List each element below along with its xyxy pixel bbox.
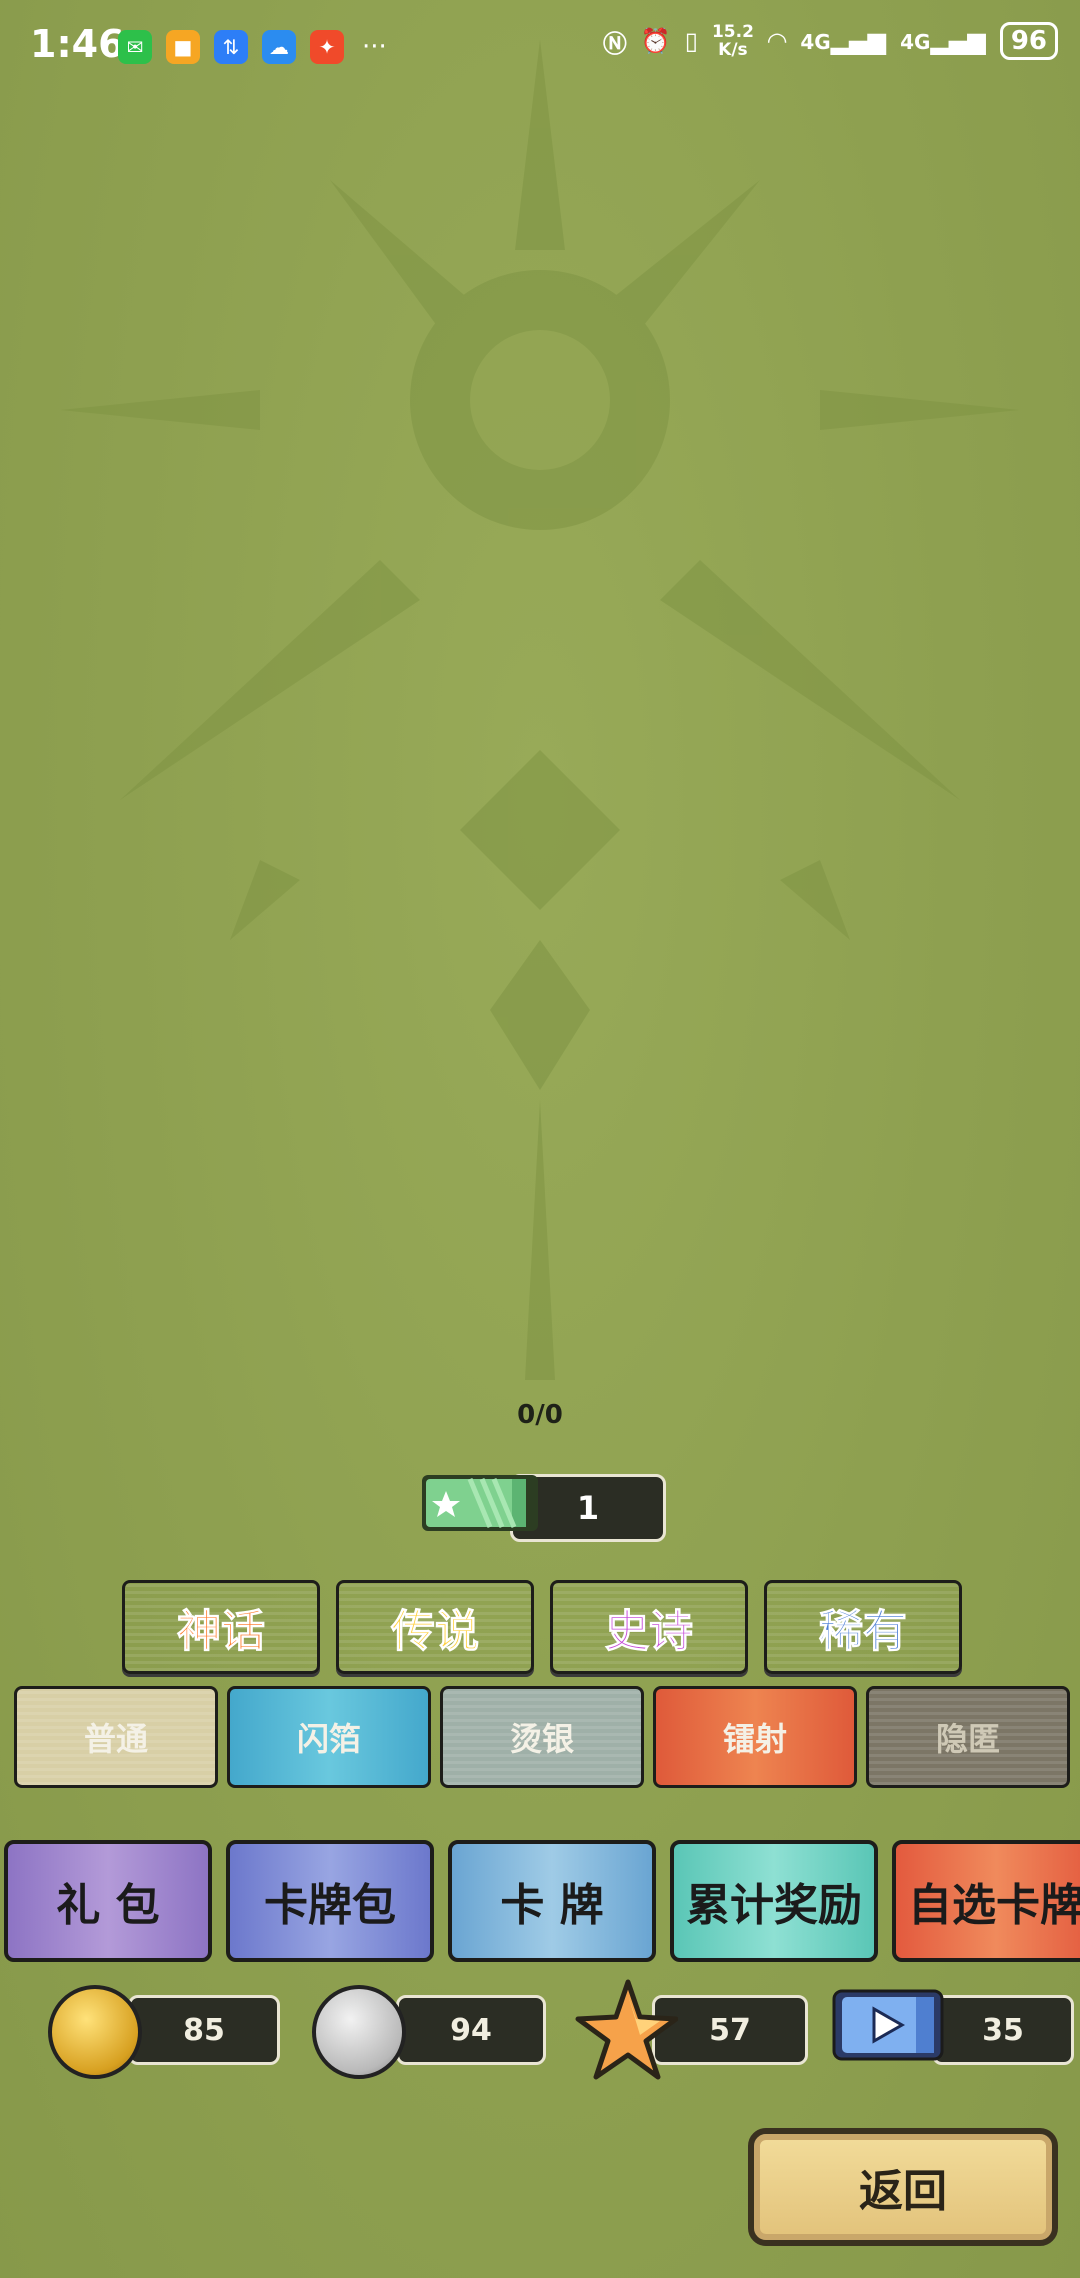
orange-app-icon: ■ <box>166 30 200 64</box>
status-right: Ⓝ ⏰ ▯ 15.2 K/s ◠ 4G▂▄▆ 4G▂▄▆ 96 <box>603 22 1058 60</box>
battery-indicator: 96 <box>999 22 1058 60</box>
back-button-label: 返回 <box>748 2128 1058 2246</box>
cloud-app-icon: ☁ <box>262 30 296 64</box>
star-counter: 57 <box>568 1979 808 2085</box>
rarity-tabs: 神话 传说 史诗 稀有 <box>122 1580 962 1674</box>
background-emblem <box>60 40 1020 1380</box>
star-icon <box>575 1979 678 2080</box>
signal-1: 4G▂▄▆ <box>800 27 887 55</box>
finish-tabs: 普通 闪箔 烫银 镭射 隐匿 <box>14 1686 1070 1788</box>
wifi-icon: ◠ <box>767 27 787 55</box>
network-speed: 15.2 K/s <box>711 22 754 60</box>
progress-counter: 0/0 <box>517 1400 563 1430</box>
silver-coin-icon <box>312 1985 406 2079</box>
gold-coin-value: 85 <box>128 1995 280 2065</box>
custom-card-button[interactable]: 自选卡牌 <box>892 1840 1080 1962</box>
cards-button[interactable]: 卡 牌 <box>448 1840 656 1962</box>
gold-coin-counter: 85 <box>48 1985 280 2085</box>
gold-coin-icon <box>48 1985 142 2079</box>
transfer-app-icon: ⇅ <box>214 30 248 64</box>
tab-hidden[interactable]: 隐匿 <box>866 1686 1070 1788</box>
video-ticket-icon <box>832 1989 944 2061</box>
silver-coin-counter: 94 <box>312 1985 546 2085</box>
tab-mythic[interactable]: 神话 <box>122 1580 320 1674</box>
status-time: 1:46 <box>30 22 125 66</box>
category-buttons: 礼 包 卡牌包 卡 牌 累计奖励 自选卡牌 <box>4 1840 1080 1962</box>
more-notifications-icon: ··· <box>362 32 387 62</box>
video-ticket-value: 35 <box>932 1995 1074 2065</box>
ticket-icon <box>422 1475 538 1531</box>
silver-coin-value: 94 <box>396 1995 546 2065</box>
tab-foil[interactable]: 闪箔 <box>227 1686 431 1788</box>
tab-normal[interactable]: 普通 <box>14 1686 218 1788</box>
status-bar: 1:46 ✉ ■ ⇅ ☁ ✦ ··· Ⓝ ⏰ ▯ 15.2 K/s ◠ 4G▂▄… <box>0 0 1080 95</box>
cumulative-rewards-button[interactable]: 累计奖励 <box>670 1840 878 1962</box>
nfc-icon: Ⓝ <box>602 29 627 58</box>
ticket-counter: 1 <box>420 1470 666 1542</box>
tab-silver[interactable]: 烫银 <box>440 1686 644 1788</box>
tab-legendary[interactable]: 传说 <box>336 1580 534 1674</box>
tab-epic[interactable]: 史诗 <box>550 1580 748 1674</box>
signal-2: 4G▂▄▆ <box>900 27 986 55</box>
notification-icons: ✉ ■ ⇅ ☁ ✦ ··· <box>118 30 387 64</box>
wechat-icon: ✉ <box>118 30 152 64</box>
gift-pack-button[interactable]: 礼 包 <box>4 1840 212 1962</box>
card-pack-button[interactable]: 卡牌包 <box>226 1840 434 1962</box>
back-button[interactable]: 返回 <box>748 2128 1058 2246</box>
red-app-icon: ✦ <box>310 30 344 64</box>
vibrate-icon: ▯ <box>684 27 698 55</box>
tab-laser[interactable]: 镭射 <box>653 1686 857 1788</box>
tab-rare[interactable]: 稀有 <box>764 1580 962 1674</box>
video-ticket-counter: 35 <box>832 1985 1074 2085</box>
alarm-icon: ⏰ <box>640 27 671 55</box>
